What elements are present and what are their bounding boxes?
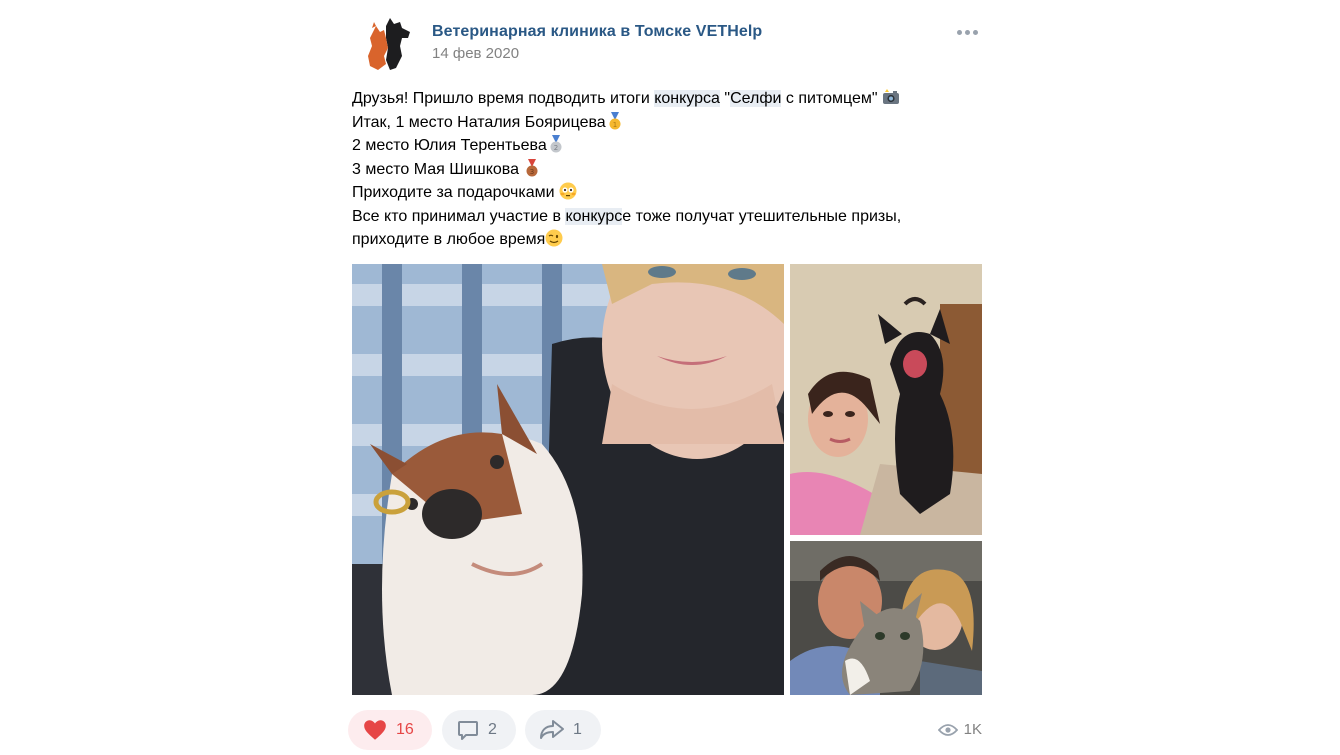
- share-button[interactable]: 1: [525, 710, 601, 750]
- text-segment: приходите в любое время: [352, 231, 546, 248]
- photo-woman-with-cat[interactable]: [790, 264, 982, 535]
- eye-icon: [937, 723, 958, 736]
- text-line-7: приходите в любое время: [352, 228, 982, 252]
- text-line-5: Приходите за подарочками: [352, 181, 982, 205]
- post-text: Друзья! Пришло время подводить итоги кон…: [352, 87, 982, 252]
- silver-medal-icon: 2: [550, 135, 562, 153]
- like-count: 16: [396, 721, 414, 738]
- svg-text:2: 2: [554, 144, 558, 152]
- post-date[interactable]: 14 фев 2020: [432, 45, 519, 62]
- text-segment: Все кто принимал участие в: [352, 207, 566, 225]
- text-segment: Приходите за подарочками: [352, 184, 560, 201]
- search-highlight: конкурс: [565, 207, 623, 225]
- comment-count: 2: [488, 721, 497, 738]
- text-segment: с питомцем": [781, 90, 882, 107]
- dog-selfie-image: [352, 264, 784, 695]
- text-segment: Итак, 1 место Наталия Боярицева: [352, 113, 606, 131]
- text-line-6: Все кто принимал участие в конкурсе тоже…: [352, 205, 982, 229]
- svg-text:3: 3: [530, 168, 534, 176]
- search-highlight: конкурса: [654, 90, 720, 107]
- photo-couple-with-cat[interactable]: [790, 541, 982, 695]
- wall-post: Ветеринарная клиника в Томске VETHelp 14…: [348, 0, 982, 755]
- photo-dog-selfie[interactable]: [352, 264, 784, 695]
- dot-icon: [972, 29, 978, 35]
- comment-icon: [458, 721, 478, 740]
- text-segment: Друзья! Пришло время подводить итоги: [352, 90, 655, 107]
- community-name-link[interactable]: Ветеринарная клиника в Томске VETHelp: [432, 23, 762, 41]
- heart-icon: [364, 720, 386, 740]
- text-line-3: 2 место Юлия Терентьева 2: [352, 134, 982, 158]
- community-avatar[interactable]: [356, 12, 416, 72]
- text-line-2: Итак, 1 место Наталия Боярицева 1: [352, 111, 982, 135]
- share-count: 1: [573, 721, 582, 738]
- bronze-medal-icon: 3: [526, 158, 538, 176]
- more-options-button[interactable]: [952, 22, 982, 42]
- couple-cat-image: [790, 541, 982, 695]
- text-segment: 2 место Юлия Терентьева: [352, 137, 547, 154]
- winking-face-icon: [545, 229, 563, 247]
- text-segment: ": [719, 90, 731, 107]
- like-button[interactable]: 16: [348, 710, 432, 750]
- share-arrow-icon: [540, 720, 564, 739]
- views-count: 1K: [963, 721, 982, 738]
- post-actions: 16 2 1 1K: [348, 710, 982, 750]
- dot-icon: [956, 29, 962, 35]
- woman-cat-image: [790, 264, 982, 535]
- search-highlight: Селфи: [730, 90, 782, 107]
- views-counter: 1K: [937, 721, 982, 738]
- text-line-1: Друзья! Пришло время подводить итоги кон…: [352, 87, 982, 111]
- text-segment: 3 место Мая Шишкова: [352, 160, 524, 178]
- camera-flash-icon: [882, 89, 899, 104]
- gold-medal-icon: 1: [609, 111, 621, 129]
- flushed-face-icon: [559, 182, 577, 200]
- text-line-4: 3 место Мая Шишкова 3: [352, 158, 982, 182]
- cat-dog-logo-icon: [368, 18, 410, 70]
- dot-icon: [964, 29, 970, 35]
- text-segment: е тоже получат утешительные призы,: [622, 207, 902, 225]
- comment-button[interactable]: 2: [442, 710, 516, 750]
- svg-text:1: 1: [612, 121, 616, 129]
